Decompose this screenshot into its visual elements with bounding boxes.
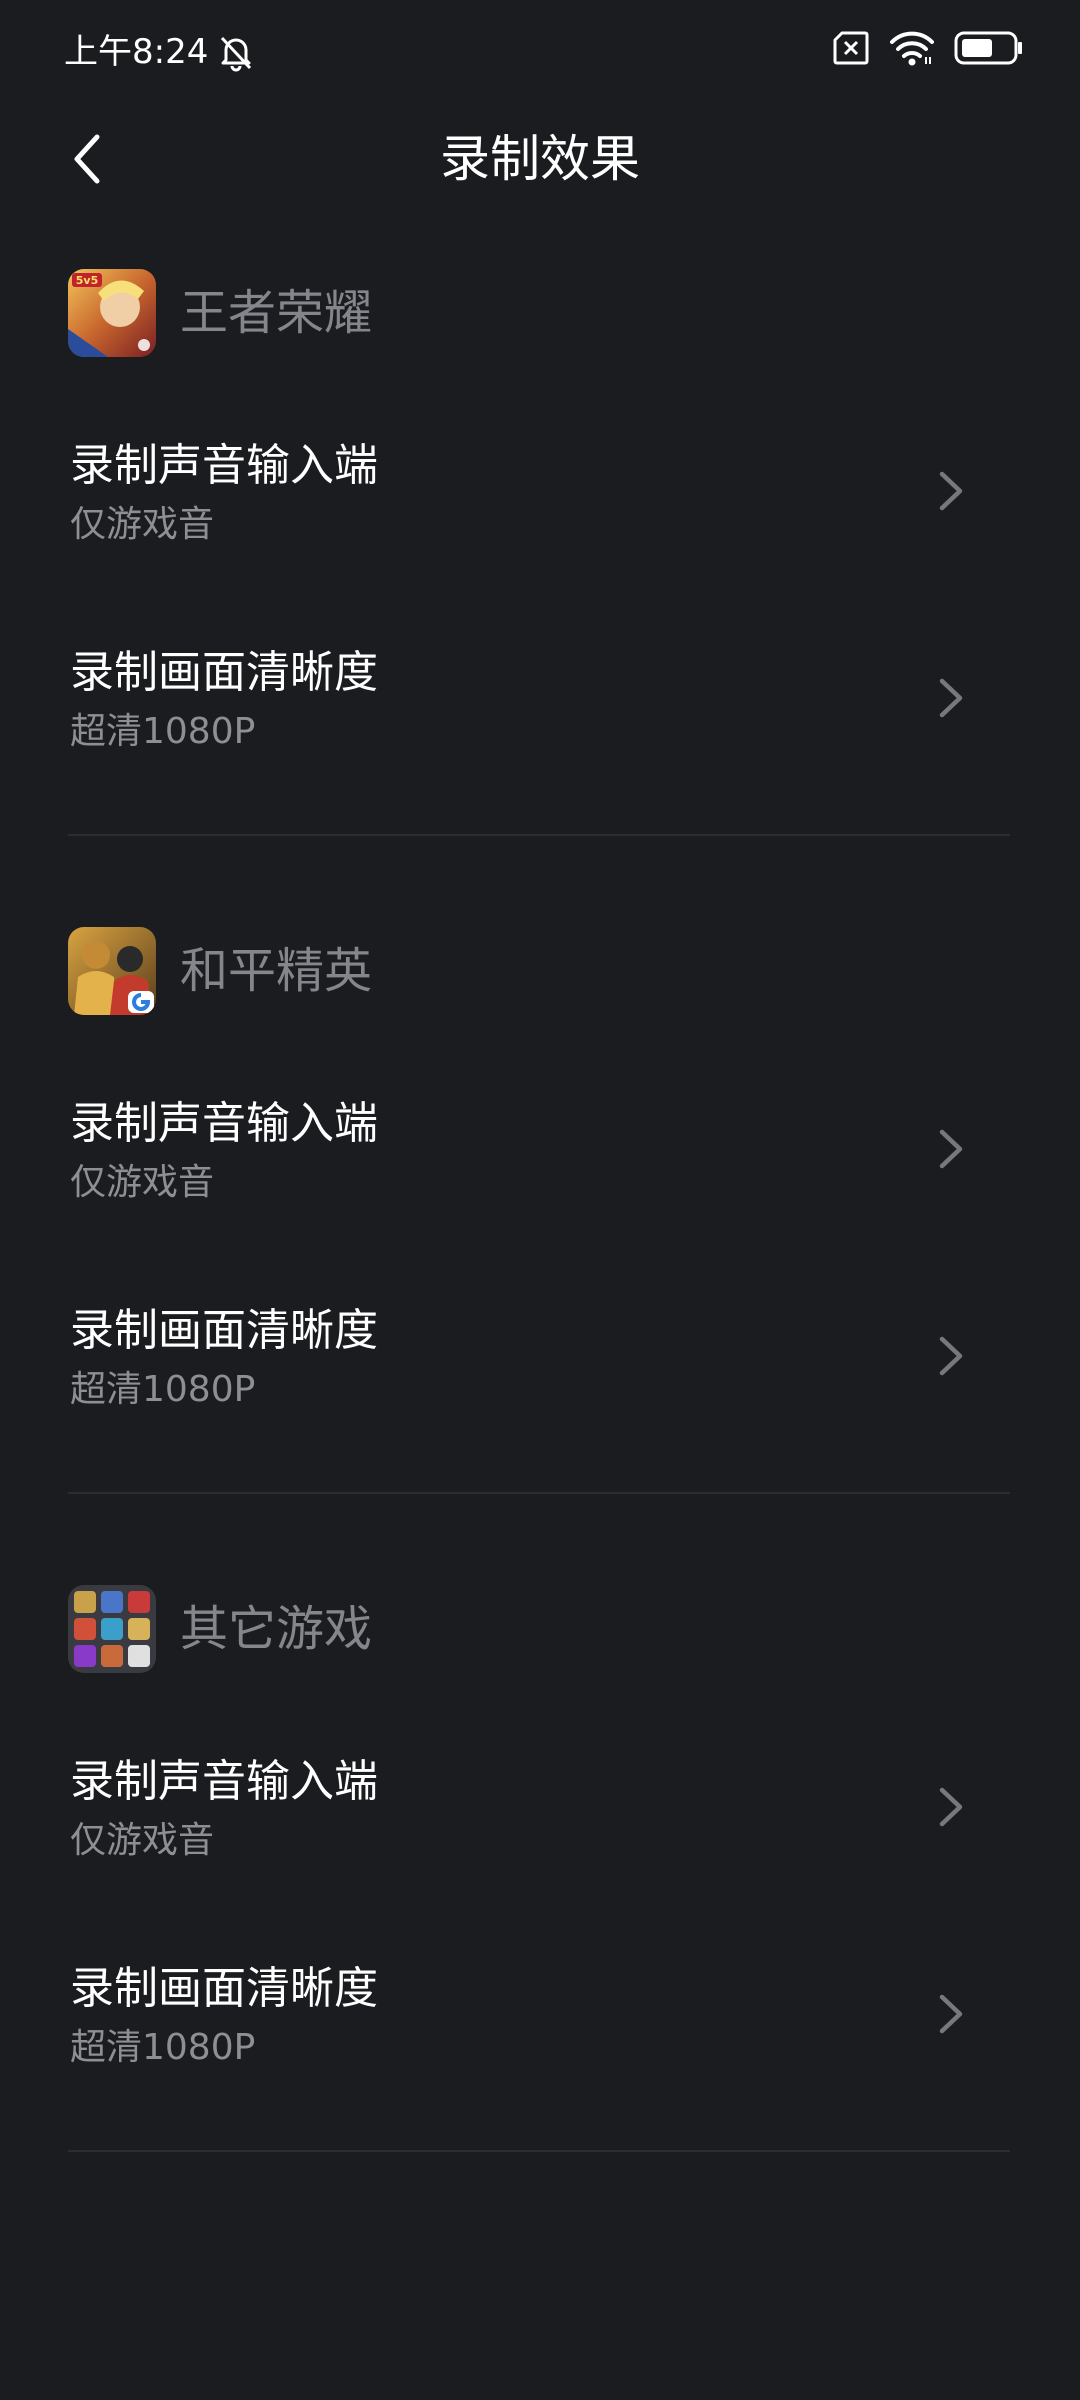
section-divider bbox=[68, 2150, 1010, 2152]
chevron-right-icon bbox=[939, 1787, 963, 1827]
row-value: 超清1080P bbox=[70, 711, 256, 752]
setting-row-video-quality[interactable]: 录制画面清晰度 超清1080P bbox=[0, 603, 1080, 803]
status-bar: 上午8:24 bbox=[0, 0, 1080, 104]
game-header: 和平精英 bbox=[68, 926, 372, 1016]
setting-row-audio-input[interactable]: 录制声音输入端 仅游戏音 bbox=[0, 396, 1080, 596]
row-title: 录制声音输入端 bbox=[70, 1098, 378, 1149]
peacekeeper-elite-icon bbox=[68, 927, 156, 1015]
game-name: 和平精英 bbox=[180, 943, 373, 999]
game-section: 其它游戏 录制声音输入端 仅游戏音 录制画面清晰度 超清1080P bbox=[0, 1584, 1080, 2242]
page-title: 录制效果 bbox=[440, 130, 640, 188]
status-icons bbox=[812, 30, 1024, 70]
chevron-right-icon bbox=[939, 1336, 963, 1376]
row-title: 录制画面清晰度 bbox=[70, 647, 378, 698]
row-value: 仅游戏音 bbox=[70, 1162, 215, 1203]
setting-row-audio-input[interactable]: 录制声音输入端 仅游戏音 bbox=[0, 1712, 1080, 1912]
row-title: 录制画面清晰度 bbox=[70, 1305, 378, 1356]
setting-row-video-quality[interactable]: 录制画面清晰度 超清1080P bbox=[0, 1919, 1080, 2119]
chevron-right-icon bbox=[939, 1994, 963, 2034]
chevron-right-icon bbox=[939, 678, 963, 718]
game-section: 5v5 王者荣耀 录制声音输入端 仅游戏音 录制画面清晰度 超清1080P bbox=[0, 268, 1080, 926]
svg-text:5v5: 5v5 bbox=[76, 274, 98, 287]
row-value: 超清1080P bbox=[70, 2027, 256, 2068]
section-divider bbox=[68, 1492, 1010, 1494]
game-header: 5v5 王者荣耀 bbox=[68, 268, 372, 358]
row-title: 录制画面清晰度 bbox=[70, 1963, 378, 2014]
row-title: 录制声音输入端 bbox=[70, 1756, 378, 1807]
game-name: 其它游戏 bbox=[180, 1601, 373, 1657]
wifi-icon bbox=[890, 30, 934, 70]
setting-row-audio-input[interactable]: 录制声音输入端 仅游戏音 bbox=[0, 1054, 1080, 1254]
game-header: 其它游戏 bbox=[68, 1584, 372, 1674]
battery-icon bbox=[954, 31, 1024, 69]
honor-of-kings-icon: 5v5 bbox=[68, 269, 156, 357]
chevron-right-icon bbox=[939, 471, 963, 511]
chevron-right-icon bbox=[939, 1129, 963, 1169]
game-name: 王者荣耀 bbox=[180, 285, 373, 341]
section-divider bbox=[68, 834, 1010, 836]
row-value: 仅游戏音 bbox=[70, 1820, 215, 1861]
status-time: 上午8:24 bbox=[64, 32, 209, 72]
row-value: 超清1080P bbox=[70, 1369, 256, 1410]
row-value: 仅游戏音 bbox=[70, 504, 215, 545]
game-section: 和平精英 录制声音输入端 仅游戏音 录制画面清晰度 超清1080P bbox=[0, 926, 1080, 1584]
row-title: 录制声音输入端 bbox=[70, 440, 378, 491]
other-games-icon bbox=[68, 1585, 156, 1673]
bell-off-icon bbox=[216, 32, 256, 76]
sim-off-icon bbox=[832, 30, 870, 70]
title-bar: 录制效果 bbox=[0, 104, 1080, 214]
setting-row-video-quality[interactable]: 录制画面清晰度 超清1080P bbox=[0, 1261, 1080, 1461]
